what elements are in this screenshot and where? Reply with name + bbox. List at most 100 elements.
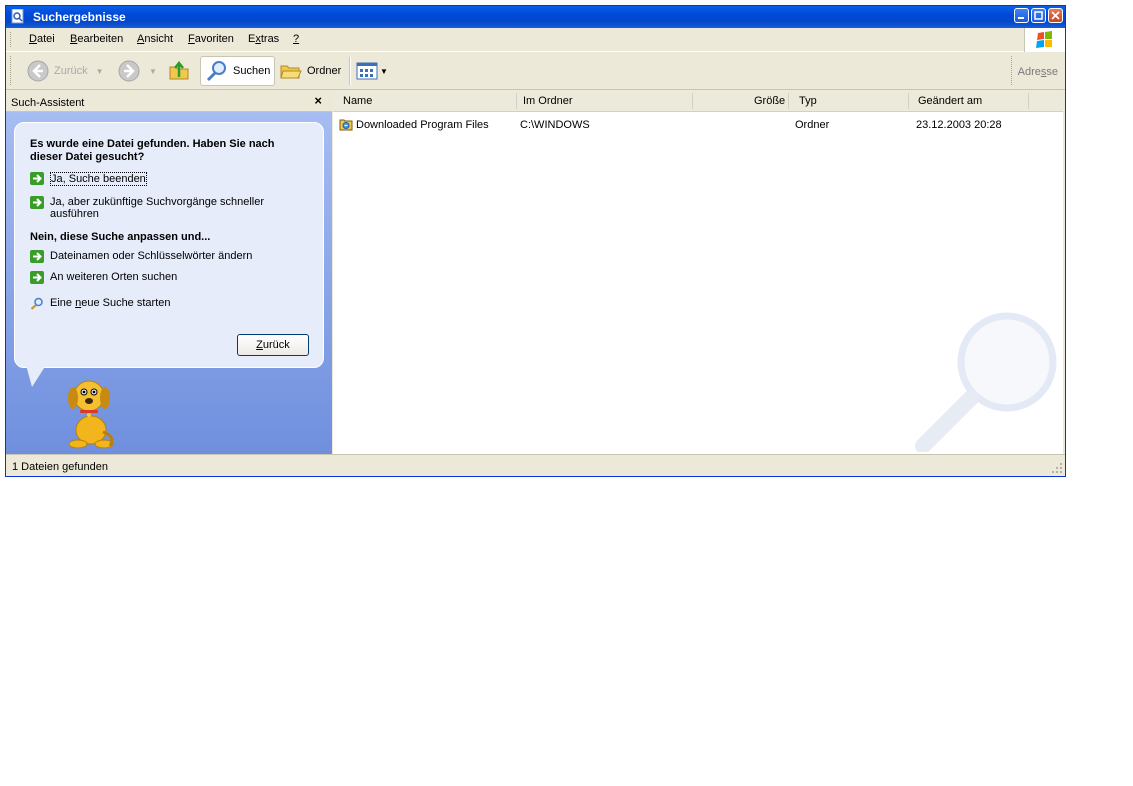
- column-folder[interactable]: Im Ordner: [523, 95, 573, 107]
- search-label: Suchen: [233, 65, 271, 77]
- forward-arrow-icon: [118, 60, 140, 82]
- option-new-search-pre: Eine: [50, 297, 76, 309]
- folder-icon: [280, 65, 302, 79]
- column-header: Name Im Ordner Größe Typ Geändert am: [333, 90, 1063, 112]
- green-arrow-icon: [30, 250, 44, 263]
- column-divider[interactable]: [516, 93, 517, 109]
- back-label: Zurück: [54, 65, 88, 77]
- maximize-button[interactable]: [1031, 8, 1046, 23]
- back-dropdown-icon[interactable]: ▼: [96, 67, 104, 76]
- address-grip[interactable]: [1011, 56, 1015, 85]
- menu-favoriten[interactable]: Favoriten: [188, 33, 234, 45]
- windows-flag-icon: [1036, 31, 1052, 48]
- row-folder: C:\WINDOWS: [520, 119, 590, 131]
- folders-button[interactable]: Ordner: [279, 56, 341, 86]
- search-window-icon: [11, 9, 24, 24]
- column-type[interactable]: Typ: [799, 95, 817, 107]
- up-folder-button[interactable]: [167, 56, 191, 86]
- search-dog-icon[interactable]: [58, 374, 120, 450]
- option-change-names-label: Dateinamen oder Schlüsselwörter ändern: [50, 250, 253, 262]
- status-bar: 1 Dateien gefunden: [6, 454, 1065, 476]
- window-title: Suchergebnisse: [33, 10, 126, 24]
- column-modified[interactable]: Geändert am: [918, 95, 982, 107]
- green-arrow-icon: [30, 172, 44, 185]
- menu-extras[interactable]: Extras: [248, 33, 279, 45]
- folders-label: Ordner: [307, 65, 342, 77]
- search-watermark-icon: [915, 312, 1057, 452]
- option-change-names[interactable]: Dateinamen oder Schlüsselwörter ändern: [30, 250, 252, 263]
- green-arrow-icon: [30, 271, 44, 284]
- menu-datei[interactable]: Datei: [29, 33, 55, 45]
- folder-up-icon: [169, 60, 189, 80]
- assistant-question: Es wurde eine Datei gefunden. Haben Sie …: [30, 138, 275, 163]
- bubble-tail: [26, 365, 46, 387]
- minimize-button[interactable]: [1014, 8, 1029, 23]
- windows-logo: [1024, 28, 1065, 52]
- column-divider[interactable]: [788, 93, 789, 109]
- menu-ansicht-rest: nsicht: [144, 33, 174, 45]
- back-arrow-icon: [27, 60, 49, 82]
- address-label-pre: Adre: [1017, 66, 1041, 78]
- option-yes-stop-label: Ja, Suche beenden: [50, 172, 147, 186]
- special-folder-icon: [339, 119, 353, 131]
- column-divider[interactable]: [908, 93, 909, 109]
- assistant-close-icon[interactable]: ×: [314, 93, 322, 108]
- column-name[interactable]: Name: [343, 95, 372, 107]
- green-arrow-icon: [30, 196, 44, 209]
- option-new-search-rest: eue Suche starten: [81, 297, 171, 309]
- resize-grip-icon[interactable]: [1051, 462, 1063, 474]
- row-modified: 23.12.2003 20:28: [916, 119, 1002, 131]
- menu-favoriten-rest: avoriten: [194, 33, 234, 45]
- results-list: Name Im Ordner Größe Typ Geändert am Dow…: [333, 90, 1063, 454]
- address-label-rest: se: [1046, 66, 1058, 78]
- back-button[interactable]: Zurück ▼: [26, 56, 104, 86]
- toolbar-grip[interactable]: [10, 56, 14, 85]
- assistant-body: Es wurde eine Datei gefunden. Haben Sie …: [6, 112, 332, 454]
- title-bar[interactable]: Suchergebnisse: [6, 6, 1065, 28]
- row-name: Downloaded Program Files: [356, 119, 489, 131]
- forward-button[interactable]: ▼: [117, 56, 157, 86]
- views-dropdown-icon[interactable]: ▼: [380, 67, 388, 76]
- menu-datei-rest: atei: [36, 33, 55, 45]
- menu-favoriten-accel: F: [188, 33, 195, 45]
- minimize-icon: [1018, 17, 1024, 19]
- menu-ansicht[interactable]: Ansicht: [137, 33, 173, 45]
- option-yes-faster[interactable]: Ja, aber zukünftige Suchvorgänge schnell…: [30, 196, 270, 220]
- assistant-back-button[interactable]: Zurück: [237, 334, 309, 356]
- search-results-window: Suchergebnisse Datei Bearbeiten Ansicht …: [5, 5, 1066, 477]
- views-icon: [356, 62, 378, 80]
- column-size[interactable]: Größe: [754, 95, 785, 107]
- menu-help[interactable]: ?: [293, 33, 299, 45]
- option-new-search-label: Eine neue Suche starten: [50, 297, 171, 309]
- menu-datei-accel: D: [29, 33, 37, 45]
- assistant-header: Such-Assistent ×: [6, 90, 332, 112]
- column-divider[interactable]: [692, 93, 693, 109]
- views-button[interactable]: ▼: [356, 56, 388, 86]
- search-icon: [206, 61, 226, 82]
- assistant-title: Such-Assistent: [11, 97, 85, 109]
- option-yes-faster-label: Ja, aber zukünftige Suchvorgänge schnell…: [50, 196, 265, 220]
- menu-bearbeiten[interactable]: Bearbeiten: [70, 33, 123, 45]
- status-text: 1 Dateien gefunden: [12, 461, 109, 473]
- no-heading: Nein, diese Suche anpassen und...: [30, 231, 211, 243]
- close-button[interactable]: [1048, 8, 1063, 23]
- toolbar-separator: [349, 57, 351, 85]
- column-divider[interactable]: [1028, 93, 1029, 109]
- menu-extras-rest: tras: [260, 33, 280, 45]
- menu-bearbeiten-rest: earbeiten: [77, 33, 124, 45]
- option-yes-stop[interactable]: Ja, Suche beenden: [30, 172, 147, 186]
- menu-grip[interactable]: [10, 32, 14, 47]
- assistant-back-rest: urück: [262, 339, 290, 351]
- search-button[interactable]: Suchen: [200, 56, 276, 86]
- row-type: Ordner: [795, 119, 830, 131]
- search-assistant-panel: Such-Assistent × Es wurde eine Datei gef…: [6, 90, 332, 454]
- menu-bar: Datei Bearbeiten Ansicht Favoriten Extra…: [6, 28, 1065, 52]
- address-label[interactable]: Adresse: [1018, 66, 1058, 78]
- maximize-icon: [1034, 11, 1043, 20]
- menu-help-accel: ?: [293, 33, 300, 45]
- option-new-search[interactable]: Eine neue Suche starten: [30, 297, 171, 310]
- option-other-places[interactable]: An weiteren Orten suchen: [30, 271, 177, 284]
- assistant-bubble: Es wurde eine Datei gefunden. Haben Sie …: [14, 122, 324, 368]
- standard-toolbar: Zurück ▼ ▼ Suchen Ordner ▼ Adresse: [6, 52, 1065, 90]
- forward-dropdown-icon[interactable]: ▼: [149, 67, 157, 76]
